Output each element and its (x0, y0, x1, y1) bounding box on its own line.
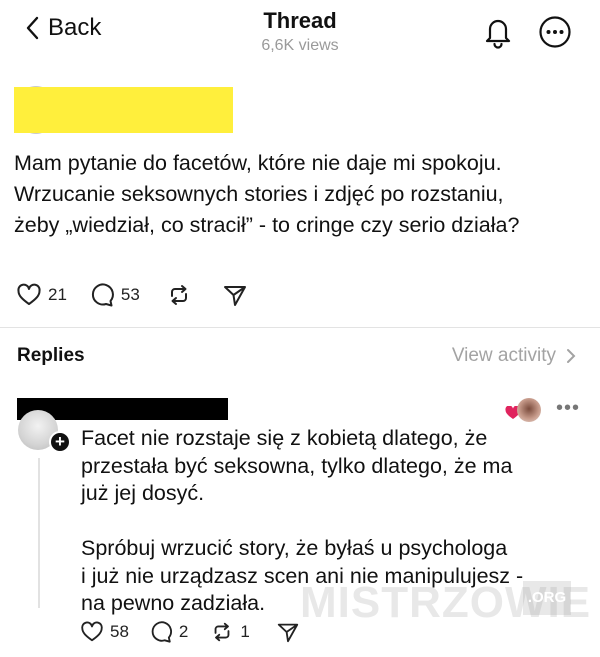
reply-like-count: 58 (110, 622, 129, 641)
repost-icon (215, 622, 230, 642)
send-icon (223, 286, 246, 306)
repost-button[interactable] (166, 282, 192, 308)
like-count: 21 (48, 285, 67, 304)
more-options-icon[interactable] (538, 15, 572, 49)
view-activity-link[interactable]: View activity (452, 345, 576, 367)
like-button[interactable]: 21 (16, 282, 67, 308)
comment-icon (91, 283, 114, 307)
liked-by-avatar (517, 398, 541, 422)
watermark-suffix: .ORG (523, 581, 571, 615)
reply-repost-button[interactable]: 1 (210, 620, 250, 644)
reply-more-options-icon[interactable]: ••• (556, 398, 580, 418)
reply-repost-count: 1 (240, 622, 250, 641)
reply-actions: 58 2 1 (80, 618, 300, 646)
top-bar: Back Thread 6,6K views (0, 0, 600, 64)
section-divider (0, 327, 600, 328)
post-actions: 21 53 (16, 280, 248, 310)
thread-line (38, 458, 40, 608)
follow-plus-icon[interactable]: + (49, 431, 71, 453)
comment-button[interactable]: 53 (89, 282, 140, 308)
heart-icon (81, 621, 103, 642)
view-activity-label: View activity (451, 345, 556, 366)
replies-heading: Replies (17, 345, 85, 366)
reply-share-button[interactable] (276, 620, 300, 644)
username-redaction (14, 87, 233, 133)
chevron-right-icon (567, 349, 576, 363)
comment-count: 53 (120, 285, 140, 304)
repost-icon (170, 285, 187, 305)
share-button[interactable] (222, 282, 248, 308)
send-icon (277, 623, 299, 643)
reply-like-button[interactable]: 58 (80, 620, 129, 644)
reply-comment-count: 2 (178, 622, 189, 641)
comment-icon (151, 621, 172, 643)
bell-icon[interactable] (482, 15, 514, 49)
reply-comment-button[interactable]: 2 (149, 620, 188, 644)
post-text: Mam pytanie do facetów, które nie daje m… (14, 151, 520, 237)
heart-icon (17, 283, 41, 305)
